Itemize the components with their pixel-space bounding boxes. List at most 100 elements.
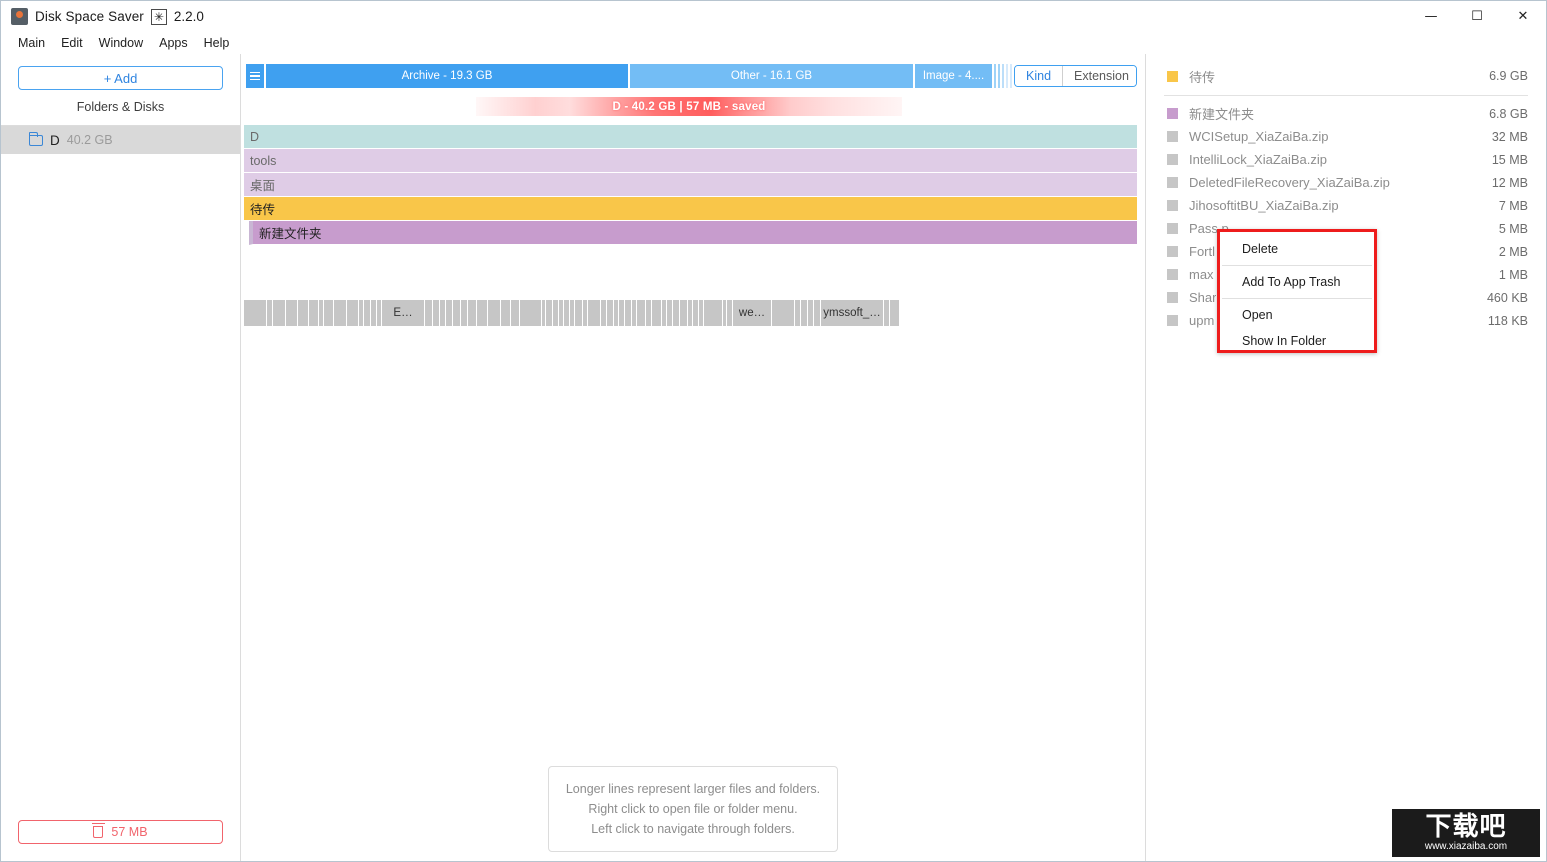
file-list-item[interactable]: 新建文件夹 6.8 GB (1146, 102, 1546, 125)
kind-segment-sliver[interactable] (1002, 64, 1004, 88)
context-menu-item-open[interactable]: Open (1220, 302, 1374, 328)
file-bar[interactable] (601, 300, 606, 326)
file-bar[interactable] (501, 300, 510, 326)
file-bar[interactable] (723, 300, 726, 326)
context-menu-item-delete[interactable]: Delete (1220, 236, 1374, 262)
file-bar[interactable] (364, 300, 370, 326)
kind-segment[interactable]: Image - 4.... (915, 64, 992, 88)
file-bar[interactable] (652, 300, 661, 326)
file-bar[interactable] (632, 300, 636, 326)
file-bar[interactable] (637, 300, 645, 326)
file-bar-labeled[interactable]: ymssoft_… (821, 300, 883, 326)
file-bar[interactable] (727, 300, 732, 326)
context-menu-item-show-in-folder[interactable]: Show In Folder (1220, 328, 1374, 354)
file-bar[interactable] (607, 300, 613, 326)
kind-segment-sliver[interactable] (1006, 64, 1008, 88)
disk-item[interactable]: D 40.2 GB (1, 126, 240, 154)
file-bar[interactable] (453, 300, 460, 326)
file-bar[interactable] (699, 300, 703, 326)
file-bar[interactable] (542, 300, 545, 326)
file-bar[interactable] (347, 300, 358, 326)
file-bar[interactable] (298, 300, 308, 326)
file-bar[interactable] (324, 300, 333, 326)
menu-item-main[interactable]: Main (10, 34, 53, 52)
file-list-item[interactable]: JihosoftitBU_XiaZaiBa.zip 7 MB (1146, 194, 1546, 217)
file-bar[interactable] (319, 300, 323, 326)
file-bar[interactable] (334, 300, 346, 326)
file-bar[interactable] (583, 300, 587, 326)
file-bar[interactable] (461, 300, 467, 326)
file-bar-labeled[interactable]: E… (382, 300, 424, 326)
file-bar[interactable] (673, 300, 679, 326)
treemap-row[interactable]: tools (244, 149, 1137, 173)
file-bar[interactable] (667, 300, 672, 326)
file-bar[interactable] (625, 300, 631, 326)
file-bar[interactable] (511, 300, 519, 326)
file-bar[interactable] (267, 300, 272, 326)
file-list-item[interactable]: IntelliLock_XiaZaiBa.zip 15 MB (1146, 148, 1546, 171)
file-bar[interactable] (680, 300, 687, 326)
menu-item-apps[interactable]: Apps (151, 34, 196, 52)
file-bar[interactable] (371, 300, 376, 326)
minimize-button[interactable]: — (1408, 1, 1454, 32)
file-bar[interactable] (488, 300, 500, 326)
file-bar[interactable] (646, 300, 651, 326)
file-bar-labeled[interactable]: we… (733, 300, 771, 326)
file-bar[interactable] (359, 300, 363, 326)
maximize-button[interactable]: ☐ (1454, 1, 1500, 32)
file-bar[interactable] (446, 300, 452, 326)
kind-bar-handle[interactable] (246, 64, 264, 88)
file-bar[interactable] (575, 300, 582, 326)
file-bar[interactable] (468, 300, 476, 326)
context-menu[interactable]: Delete Add To App Trash Open Show In Folder (1217, 229, 1377, 353)
file-bar[interactable] (425, 300, 432, 326)
file-bar[interactable] (520, 300, 541, 326)
tab-kind[interactable]: Kind (1015, 66, 1063, 86)
file-bar[interactable] (704, 300, 722, 326)
file-bar[interactable] (884, 300, 889, 326)
file-bar[interactable] (377, 300, 381, 326)
menu-item-window[interactable]: Window (91, 34, 151, 52)
file-bar[interactable] (309, 300, 318, 326)
file-list-item[interactable]: WCISetup_XiaZaiBa.zip 32 MB (1146, 125, 1546, 148)
file-bar[interactable] (619, 300, 624, 326)
file-bar[interactable] (693, 300, 698, 326)
file-bar[interactable] (772, 300, 794, 326)
file-bar[interactable] (808, 300, 813, 326)
file-bar[interactable] (614, 300, 618, 326)
kind-segment[interactable]: Other - 16.1 GB (630, 64, 913, 88)
file-bar[interactable] (814, 300, 820, 326)
file-bar[interactable] (273, 300, 285, 326)
file-bar[interactable] (795, 300, 800, 326)
menu-item-edit[interactable]: Edit (53, 34, 91, 52)
treemap-row[interactable]: 新建文件夹 (249, 221, 1137, 245)
file-bar[interactable] (546, 300, 552, 326)
file-bar[interactable] (801, 300, 807, 326)
menu-item-help[interactable]: Help (196, 34, 238, 52)
file-bar[interactable] (477, 300, 487, 326)
app-trash-button[interactable]: 57 MB (18, 820, 223, 844)
file-bar[interactable] (433, 300, 439, 326)
kind-segment-sliver[interactable] (998, 64, 1000, 88)
treemap-row[interactable]: 待传 (244, 197, 1137, 221)
context-menu-item-add-to-app-trash[interactable]: Add To App Trash (1220, 269, 1374, 295)
kind-segment-sliver[interactable] (994, 64, 996, 88)
kind-segment[interactable]: Archive - 19.3 GB (266, 64, 628, 88)
file-list-item[interactable]: DeletedFileRecovery_XiaZaiBa.zip 12 MB (1146, 171, 1546, 194)
close-button[interactable]: ✕ (1500, 1, 1546, 32)
file-bar[interactable] (244, 300, 266, 326)
file-bar[interactable] (570, 300, 574, 326)
file-bar[interactable] (286, 300, 297, 326)
tab-extension[interactable]: Extension (1062, 66, 1136, 86)
file-bar[interactable] (553, 300, 558, 326)
file-bar[interactable] (688, 300, 692, 326)
file-bar[interactable] (890, 300, 899, 326)
treemap-row[interactable]: 桌面 (244, 173, 1137, 197)
add-button[interactable]: + Add (18, 66, 223, 90)
file-bar[interactable] (440, 300, 445, 326)
file-bar[interactable] (559, 300, 563, 326)
file-bar[interactable] (564, 300, 569, 326)
kind-segment-sliver[interactable] (1010, 64, 1012, 88)
file-bar[interactable] (588, 300, 600, 326)
treemap-row[interactable]: D (244, 125, 1137, 149)
